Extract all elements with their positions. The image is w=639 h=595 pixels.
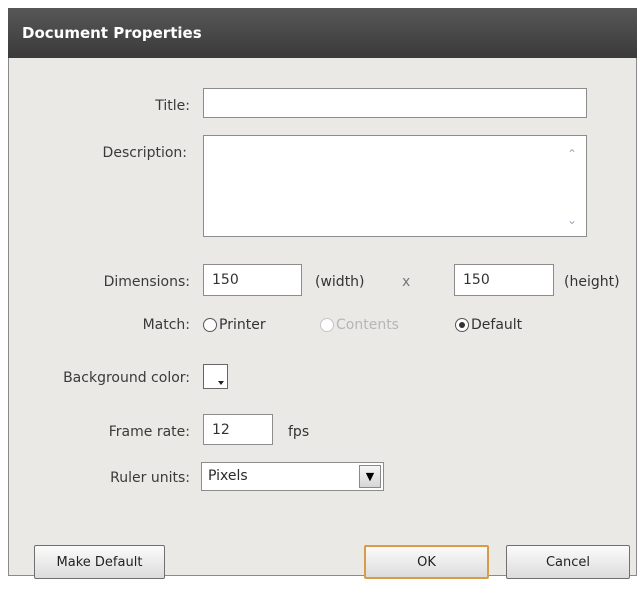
width-input[interactable] (203, 264, 302, 296)
chevron-down-icon[interactable]: ▼ (359, 465, 381, 488)
radio-label: Printer (219, 317, 266, 333)
title-input[interactable] (203, 88, 587, 118)
frame-rate-input[interactable] (203, 414, 273, 445)
times-caption: x (402, 274, 411, 290)
make-default-button[interactable]: Make Default (34, 545, 165, 579)
width-caption: (width) (315, 274, 365, 290)
match-default-radio[interactable]: Default (455, 317, 522, 333)
height-input[interactable] (454, 264, 554, 296)
frame-rate-label: Frame rate: (108, 424, 190, 440)
background-color-label: Background color: (63, 370, 190, 386)
dialog-title: Document Properties (22, 24, 202, 42)
match-contents-radio: Contents (320, 317, 399, 333)
fps-caption: fps (288, 424, 310, 440)
chevron-up-icon[interactable]: ⌃ (564, 146, 580, 162)
match-printer-radio[interactable]: Printer (203, 317, 266, 333)
ruler-units-label: Ruler units: (110, 470, 190, 486)
radio-label: Default (471, 317, 523, 333)
title-bar: Document Properties (8, 8, 637, 58)
description-textarea[interactable]: ⌃ ⌄ (203, 135, 587, 237)
background-color-swatch[interactable] (203, 364, 228, 389)
radio-label: Contents (336, 317, 399, 333)
cancel-button[interactable]: Cancel (506, 545, 630, 579)
ok-button[interactable]: OK (364, 545, 489, 579)
title-label: Title: (155, 98, 190, 114)
radio-icon (320, 318, 334, 332)
match-label: Match: (142, 317, 190, 333)
dimensions-label: Dimensions: (103, 274, 190, 290)
chevron-down-icon[interactable]: ⌄ (564, 212, 580, 228)
radio-icon (203, 318, 217, 332)
ruler-units-value: Pixels (208, 468, 248, 484)
height-caption: (height) (564, 274, 620, 290)
description-label: Description: (102, 145, 187, 161)
radio-selected-icon (455, 318, 469, 332)
ruler-units-select[interactable]: Pixels ▼ (201, 462, 384, 491)
